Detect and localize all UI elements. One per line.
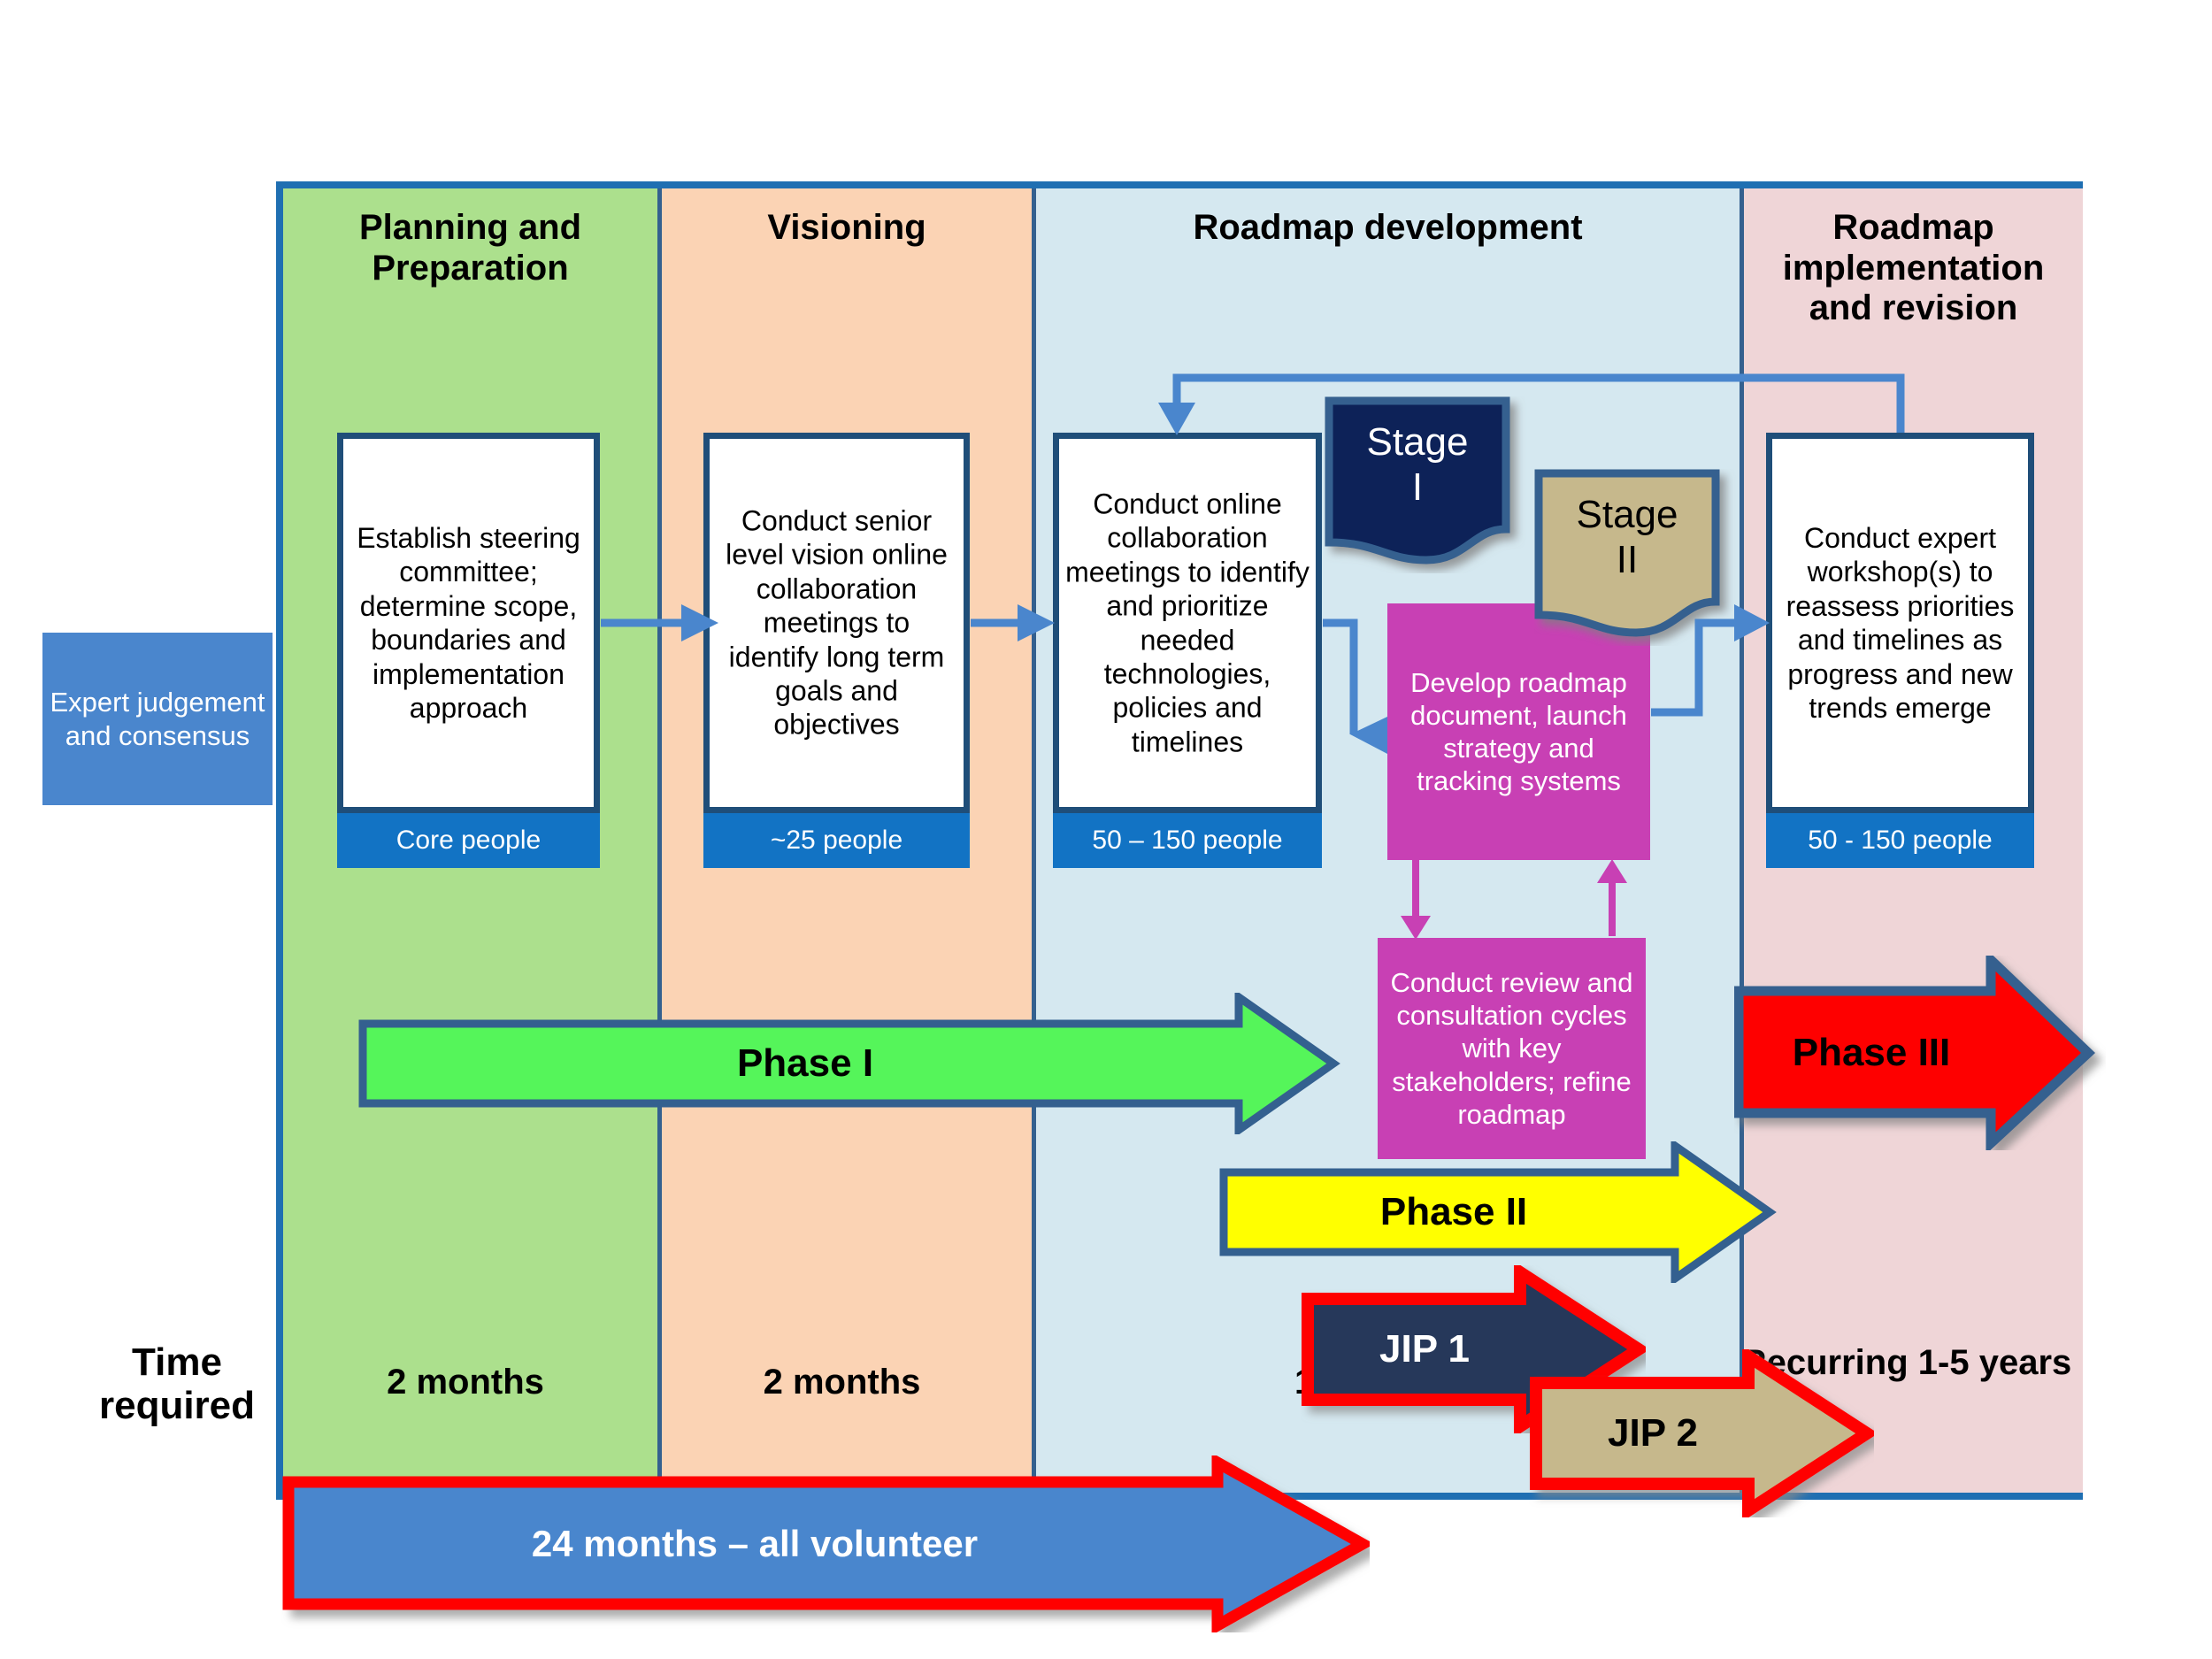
process-box-text-4: Conduct expert workshop(s) to reassess p… <box>1786 521 2015 724</box>
phase-2-label: Phase II <box>1379 1190 1528 1233</box>
phase-1-label: Phase I <box>736 1041 874 1085</box>
column-title-roadmap-development: Roadmap development <box>1193 208 1583 247</box>
phase-3-label: Phase III <box>1792 1031 1951 1074</box>
process-box-online-collaboration-meetings[interactable]: Conduct online collaboration meetings to… <box>1053 433 1322 813</box>
magenta-box-text-1: Develop roadmap document, launch strateg… <box>1410 666 1627 797</box>
column-title-visioning: Visioning <box>767 208 926 247</box>
people-label-3: 50 – 150 people <box>1053 813 1322 868</box>
time-required-label: Time required <box>98 1340 256 1428</box>
expert-judgement-label: Expert judgement and consensus <box>42 633 273 805</box>
people-label-4: 50 - 150 people <box>1766 813 2034 868</box>
people-label-1: Core people <box>337 813 600 868</box>
magenta-box-text-2: Conduct review and consultation cycles w… <box>1390 967 1633 1130</box>
phase-arrow-1[interactable]: Phase I <box>358 989 1340 1138</box>
jip-2-label: JIP 2 <box>1608 1411 1698 1455</box>
time-planning: 2 months <box>387 1363 544 1402</box>
process-box-text-2: Conduct senior level vision online colla… <box>726 504 948 741</box>
process-box-text-3: Conduct online collaboration meetings to… <box>1065 488 1310 758</box>
column-title-planning: Planning and Preparation <box>358 208 582 288</box>
expert-judgement-text: Expert judgement and consensus <box>50 686 265 751</box>
volunteer-arrow-label: 24 months – all volunteer <box>531 1523 979 1564</box>
stage-2-label: Stage II <box>1576 493 1678 582</box>
phase-arrow-2[interactable]: Phase II <box>1219 1138 1777 1286</box>
stage-banner-2: Stage II <box>1534 469 1720 637</box>
volunteer-arrow[interactable]: 24 months – all volunteer <box>281 1452 1375 1636</box>
process-box-senior-level-vision[interactable]: Conduct senior level vision online colla… <box>703 433 970 813</box>
stage-banner-1: Stage I <box>1325 396 1510 565</box>
phase-arrow-3[interactable]: Phase III <box>1733 949 2106 1155</box>
column-title-roadmap-implementation: Roadmap implementation and revision <box>1782 208 2045 328</box>
process-box-establish-steering-committee[interactable]: Establish steering committee; determine … <box>337 433 600 813</box>
jip-arrow-2[interactable]: JIP 2 <box>1529 1345 1878 1522</box>
magenta-box-review-consultation-cycles[interactable]: Conduct review and consultation cycles w… <box>1378 938 1646 1159</box>
people-label-2: ~25 people <box>703 813 970 868</box>
time-visioning: 2 months <box>763 1363 921 1402</box>
process-box-text-1: Establish steering committee; determine … <box>357 521 580 724</box>
stage-1-label: Stage I <box>1366 420 1469 510</box>
process-box-expert-workshops[interactable]: Conduct expert workshop(s) to reassess p… <box>1766 433 2034 813</box>
